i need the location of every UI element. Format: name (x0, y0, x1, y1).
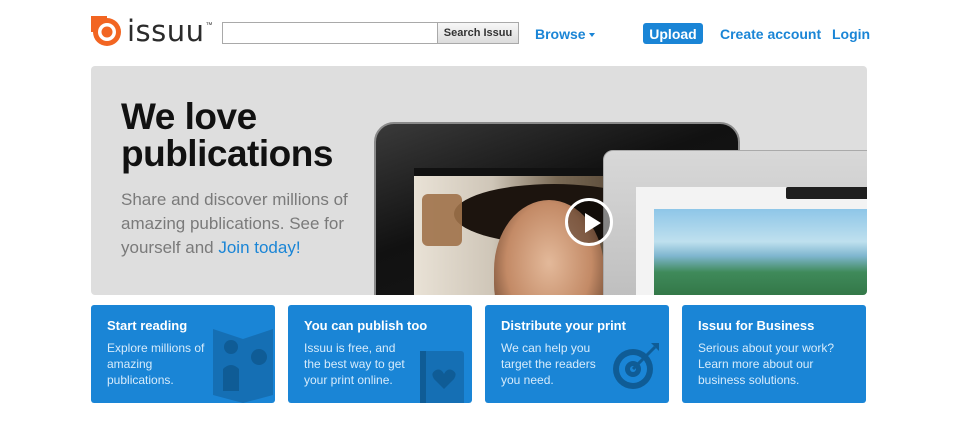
card-distribute[interactable]: Distribute your print We can help you ta… (485, 305, 669, 403)
hero-subtitle: Share and discover millions of amazing p… (121, 188, 366, 260)
card-text: Issuu is free, and the best way to get y… (304, 341, 405, 387)
issuu-logo[interactable]: issuu ™ (91, 16, 213, 48)
laptop-screen (636, 187, 867, 295)
card-title: Start reading (107, 318, 188, 333)
card-text: We can help you target the readers you n… (501, 341, 596, 387)
card-text: Explore millions of amazing publications… (107, 341, 205, 387)
hero-title-line-1: We love (121, 96, 257, 137)
play-video-button[interactable] (565, 198, 613, 246)
search-button[interactable]: Search Issuu (437, 22, 519, 44)
login-link[interactable]: Login (832, 26, 870, 42)
card-text: Serious about your work? Learn more abou… (698, 341, 835, 387)
browse-label: Browse (535, 26, 586, 42)
card-title: Distribute your print (501, 318, 626, 333)
hero-title-line-2: publications (121, 133, 333, 174)
laptop-device-image (603, 150, 867, 295)
header: issuu ™ Search Issuu Browse Upload Creat… (0, 0, 960, 66)
logo-text: issuu (127, 13, 205, 48)
caret-down-icon (588, 33, 595, 37)
hero-banner: We love publications Share and discover … (91, 66, 867, 295)
search-input[interactable] (222, 22, 438, 44)
card-business[interactable]: Issuu for Business Serious about your wo… (682, 305, 866, 403)
card-start-reading[interactable]: Start reading Explore millions of amazin… (91, 305, 275, 403)
card-title: You can publish too (304, 318, 428, 333)
card-title: Issuu for Business (698, 318, 815, 333)
book-heart-icon (420, 351, 464, 403)
logo-trademark: ™ (205, 22, 213, 29)
upload-button[interactable]: Upload (643, 23, 703, 44)
hero-title: We love publications (121, 98, 333, 172)
create-account-link[interactable]: Create account (720, 26, 821, 42)
issuu-logo-icon (91, 16, 121, 46)
reading-icon (213, 329, 273, 403)
landscape-photo (654, 209, 867, 295)
target-icon (613, 343, 659, 389)
play-icon (585, 213, 601, 233)
browse-menu[interactable]: Browse (535, 26, 595, 42)
card-publish[interactable]: You can publish too Issuu is free, and t… (288, 305, 472, 403)
cover-t-logo-shape (422, 194, 462, 246)
join-today-link[interactable]: Join today! (218, 238, 300, 257)
reader-toolbar (786, 187, 867, 199)
